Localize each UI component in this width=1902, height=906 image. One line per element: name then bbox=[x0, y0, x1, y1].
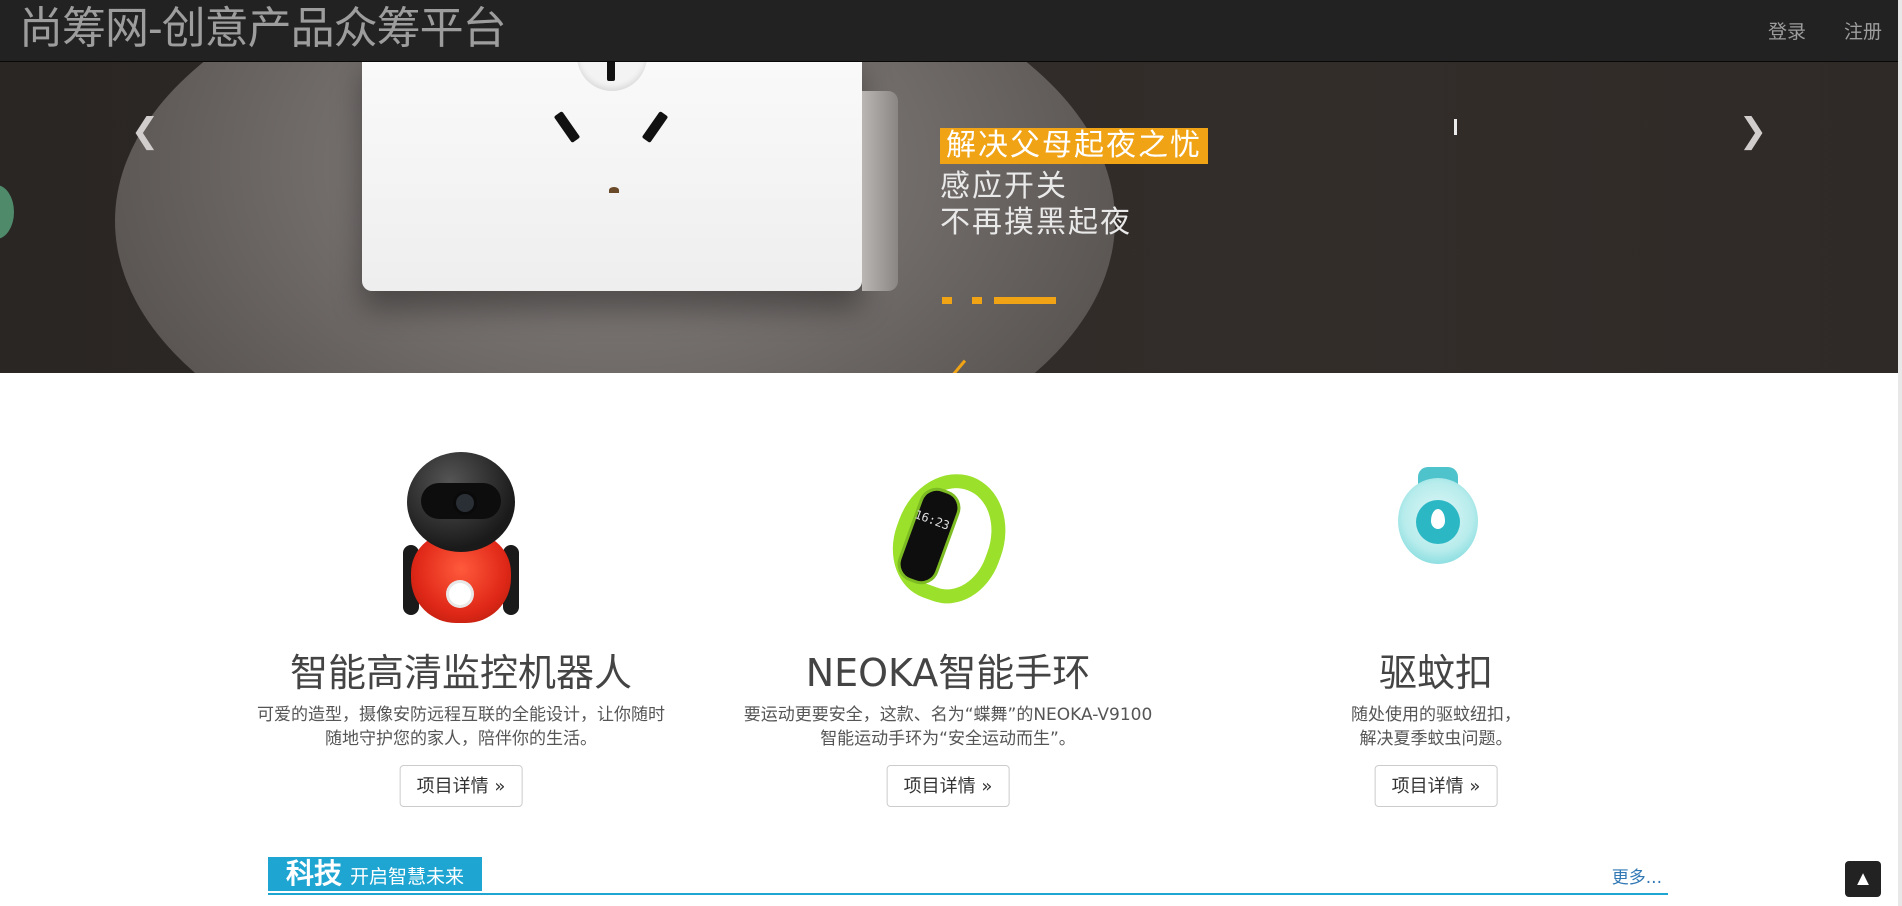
top-navbar: 尚筹网-创意产品众筹平台 登录 注册 bbox=[0, 0, 1902, 62]
hero-carousel: 解决父母起夜之忧 感应开关 不再摸黑起夜 ❮ ❯ bbox=[0, 61, 1898, 373]
scrollbar-track[interactable] bbox=[1898, 0, 1902, 906]
project-detail-button[interactable]: 项目详情 » bbox=[886, 765, 1010, 807]
login-link[interactable]: 登录 bbox=[1768, 17, 1806, 44]
nav-right: 登录 注册 bbox=[1768, 0, 1882, 61]
feature-description: 随处使用的驱蚊纽扣， 解决夏季蚊虫问题。 bbox=[1351, 705, 1521, 749]
chevron-left-icon: ❮ bbox=[130, 112, 160, 150]
feature-description: 可爱的造型，摄像安防远程互联的全能设计，让你随时 随地守护您的家人，陪伴你的生活… bbox=[257, 705, 665, 749]
section-tag-title: 科技 bbox=[286, 857, 343, 890]
section-header-tech: 科技 开启智慧未来 更多... bbox=[268, 857, 1668, 895]
carousel-next-button[interactable]: ❯ bbox=[1738, 113, 1768, 149]
feature-robot: 智能高清监控机器人 可爱的造型，摄像安防远程互联的全能设计，让你随时 随地守护您… bbox=[231, 445, 691, 807]
section-tag-subtitle: 开启智慧未来 bbox=[350, 866, 465, 888]
register-link[interactable]: 注册 bbox=[1844, 17, 1882, 44]
carousel-headline: 解决父母起夜之忧 bbox=[940, 128, 1208, 164]
feature-title: NEOKA智能手环 bbox=[805, 651, 1091, 695]
band-image: 16:23 bbox=[718, 445, 1178, 625]
brand-title[interactable]: 尚筹网-创意产品众筹平台 bbox=[19, 3, 507, 55]
carousel-line-2: 不再摸黑起夜 bbox=[940, 205, 1132, 240]
more-link[interactable]: 更多... bbox=[1612, 863, 1662, 888]
feature-title: 智能高清监控机器人 bbox=[289, 651, 632, 695]
section-tag: 科技 开启智慧未来 bbox=[268, 857, 483, 891]
project-detail-button[interactable]: 项目详情 » bbox=[399, 765, 523, 807]
decorative-tick bbox=[1454, 119, 1457, 135]
socket-image bbox=[362, 61, 898, 291]
carousel-prev-button[interactable]: ❮ bbox=[130, 113, 160, 149]
robot-image bbox=[231, 445, 691, 625]
feature-title: 驱蚊扣 bbox=[1378, 651, 1493, 695]
feature-mosquito-clip: 驱蚊扣 随处使用的驱蚊纽扣， 解决夏季蚊虫问题。 项目详情 » bbox=[1206, 445, 1666, 807]
chevron-right-icon: ❯ bbox=[1738, 112, 1768, 150]
carousel-line-1: 感应开关 bbox=[940, 169, 1068, 204]
chevron-up-icon: ▲ bbox=[1853, 868, 1873, 890]
project-detail-button[interactable]: 项目详情 » bbox=[1374, 765, 1498, 807]
back-to-top-button[interactable]: ▲ bbox=[1845, 861, 1881, 897]
clip-image bbox=[1206, 445, 1666, 625]
feature-description: 要运动更要安全，这款、名为“蝶舞”的NEOKA-V9100 智能运动手环为“安全… bbox=[743, 705, 1153, 749]
feature-band: 16:23 NEOKA智能手环 要运动更要安全，这款、名为“蝶舞”的NEOKA-… bbox=[718, 445, 1178, 807]
